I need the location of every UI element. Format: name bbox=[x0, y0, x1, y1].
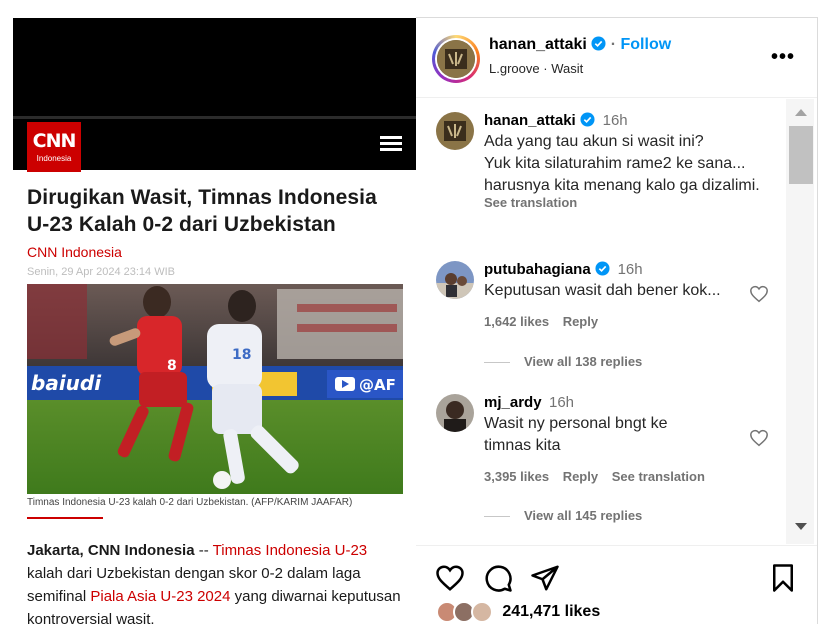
post-header: hanan_attaki · Follow L.groove · Wasit •… bbox=[416, 18, 817, 98]
article-sep: -- bbox=[194, 542, 213, 559]
follow-button[interactable]: Follow bbox=[621, 36, 672, 53]
red-divider bbox=[27, 517, 103, 519]
scroll-up-arrow-icon[interactable] bbox=[795, 109, 807, 116]
cnn-logo: CNN Indonesia bbox=[27, 122, 81, 172]
replies-line bbox=[484, 516, 510, 518]
likes-row[interactable]: 241,471 likes bbox=[436, 601, 600, 624]
location-link[interactable]: Wasit bbox=[551, 61, 583, 76]
scrollbar-thumb[interactable] bbox=[789, 126, 813, 184]
verified-badge-icon bbox=[580, 112, 595, 127]
comment-meta: 1,642 likes Reply bbox=[484, 314, 769, 329]
media-letterbox bbox=[13, 18, 416, 116]
article: Dirugikan Wasit, Timnas Indonesia U-23 K… bbox=[27, 170, 403, 624]
comment-avatar[interactable] bbox=[436, 261, 474, 299]
comments-scrollbar[interactable] bbox=[786, 99, 814, 544]
cnn-header-bar: CNN Indonesia bbox=[13, 116, 416, 172]
article-headline: Dirugikan Wasit, Timnas Indonesia U-23 K… bbox=[27, 186, 377, 236]
view-replies-button[interactable]: View all 138 replies bbox=[484, 354, 642, 369]
comment-text: Ada yang tau akun si wasit ini? Yuk kita… bbox=[484, 133, 760, 194]
hamburger-menu-icon bbox=[380, 136, 402, 152]
article-body: Jakarta, CNN Indonesia -- Timnas Indones… bbox=[27, 539, 407, 624]
comment-meta: 3,395 likes Reply See translation bbox=[484, 469, 769, 484]
comment-text: Wasit ny personal bngt ke timnas kita bbox=[484, 415, 668, 454]
verified-badge-icon bbox=[591, 36, 606, 51]
scroll-down-arrow-icon[interactable] bbox=[795, 523, 807, 530]
author-username[interactable]: hanan_attaki bbox=[489, 36, 587, 53]
share-icon[interactable] bbox=[530, 563, 560, 593]
player-number-red: 8 bbox=[167, 358, 177, 374]
likes-count[interactable]: 241,471 likes bbox=[502, 603, 600, 621]
view-replies-label: View all 138 replies bbox=[524, 354, 643, 369]
heart-icon[interactable] bbox=[435, 563, 465, 593]
author-avatar[interactable] bbox=[432, 35, 480, 83]
header-title-row: hanan_attaki · Follow bbox=[489, 36, 671, 54]
like-comment-heart-icon[interactable] bbox=[749, 429, 769, 447]
header-separator: · bbox=[610, 36, 617, 53]
subtitle-separator: · bbox=[543, 61, 548, 76]
post-media[interactable]: CNN Indonesia Dirugikan Wasit, Timnas In… bbox=[13, 18, 416, 624]
cnn-logo-sub: Indonesia bbox=[36, 154, 72, 163]
article-date: Senin, 29 Apr 2024 23:14 WIB bbox=[27, 266, 175, 278]
like-comment-heart-icon[interactable] bbox=[749, 285, 769, 303]
cnn-logo-mark: CNN bbox=[32, 130, 77, 152]
verified-badge-icon bbox=[595, 261, 610, 276]
ad-board-afc: @AF bbox=[359, 376, 396, 394]
bookmark-icon[interactable] bbox=[768, 563, 798, 593]
article-lead: Jakarta, CNN Indonesia bbox=[27, 542, 195, 559]
player-number-white: 18 bbox=[232, 347, 251, 363]
comment-username[interactable]: mj_ardy bbox=[484, 394, 542, 411]
article-byline: CNN Indonesia bbox=[27, 244, 122, 260]
see-translation-link[interactable]: See translation bbox=[612, 469, 705, 484]
comment-text: Keputusan wasit dah bener kok... bbox=[484, 282, 721, 299]
photo-caption: Timnas Indonesia U-23 kalah 0-2 dari Uzb… bbox=[27, 497, 353, 508]
replies-line bbox=[484, 362, 510, 364]
comment-username[interactable]: hanan_attaki bbox=[484, 112, 576, 129]
see-translation-link[interactable]: See translation bbox=[484, 195, 769, 210]
comment-time[interactable]: 16h bbox=[549, 394, 574, 411]
reply-button[interactable]: Reply bbox=[563, 469, 598, 484]
comments-list[interactable]: hanan_attaki 16h Ada yang tau akun si wa… bbox=[416, 99, 786, 544]
reply-button[interactable]: Reply bbox=[563, 314, 598, 329]
comment-avatar[interactable] bbox=[436, 112, 474, 150]
article-link-piala: Piala Asia U-23 2024 bbox=[90, 588, 231, 605]
article-link-timnas: Timnas Indonesia U-23 bbox=[212, 542, 368, 559]
audio-link[interactable]: L.groove bbox=[489, 61, 540, 76]
post-side-panel: hanan_attaki · Follow L.groove · Wasit •… bbox=[416, 18, 818, 624]
comment-avatar[interactable] bbox=[436, 394, 474, 432]
header-subtitle: L.groove · Wasit bbox=[489, 61, 583, 76]
comment-icon[interactable] bbox=[483, 563, 513, 593]
comment-username[interactable]: putubahagiana bbox=[484, 261, 591, 278]
comment-likes[interactable]: 3,395 likes bbox=[484, 469, 549, 484]
article-photo: baiudi @AF 8 18 bbox=[27, 284, 403, 494]
comment-likes[interactable]: 1,642 likes bbox=[484, 314, 549, 329]
post-actions: 241,471 likes bbox=[416, 545, 817, 624]
more-options-icon[interactable]: ••• bbox=[771, 46, 795, 69]
comment-time[interactable]: 16h bbox=[618, 261, 643, 278]
view-replies-label: View all 145 replies bbox=[524, 508, 643, 523]
view-replies-button[interactable]: View all 145 replies bbox=[484, 508, 642, 523]
liker-avatar bbox=[470, 601, 493, 623]
comment-time[interactable]: 16h bbox=[603, 112, 628, 129]
ad-board-text: baiudi bbox=[31, 371, 102, 395]
